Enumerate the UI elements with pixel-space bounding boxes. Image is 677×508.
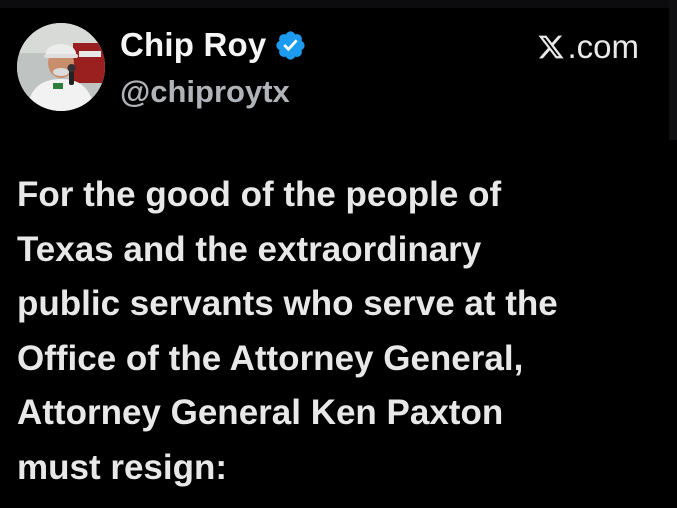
author-name[interactable]: Chip Roy [120, 26, 307, 64]
frame-edge-right [669, 0, 677, 140]
tweet-card: Chip Roy @chiproytx .com For the good of… [0, 0, 677, 508]
tweet-line: must resign: [17, 447, 228, 487]
avatar-photo [17, 23, 105, 111]
site-label: .com [567, 28, 639, 65]
verified-badge-icon [276, 30, 306, 60]
site-link[interactable]: .com [537, 28, 639, 66]
frame-edge-top [0, 0, 677, 8]
tweet-line: public servants who serve at the [17, 284, 558, 323]
tweet-line: Attorney General Ken Paxton [17, 393, 504, 432]
tweet-text: For the good of the people of Texas and … [17, 168, 657, 495]
avatar[interactable] [17, 23, 105, 111]
x-logo-icon [538, 35, 565, 59]
tweet-line: For the good of the people of [17, 175, 502, 214]
author-handle[interactable]: @chiproytx [120, 74, 290, 110]
tweet-line: Office of the Attorney General, [17, 338, 524, 378]
author-name-label: Chip Roy [120, 26, 267, 63]
tweet-line: Texas and the extraordinary [17, 229, 482, 269]
